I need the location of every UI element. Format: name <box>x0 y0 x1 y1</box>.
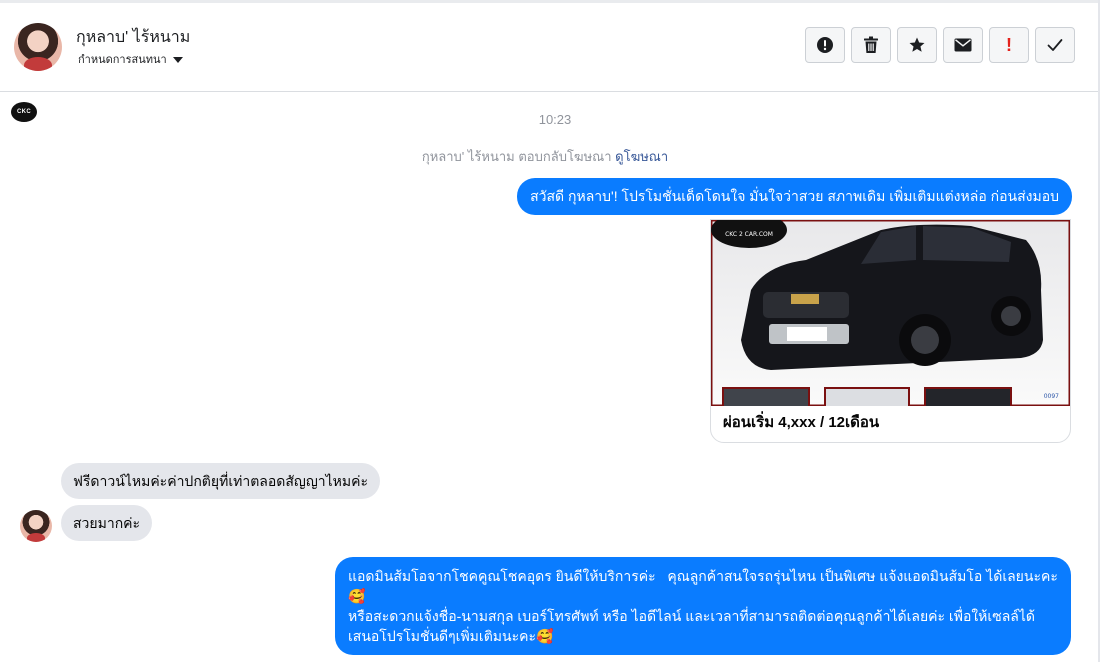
conversation-header: กุหลาบ' ไร้หนาม กำหนดการสนทนา ! <box>0 3 1098 92</box>
red-exclamation-icon: ! <box>1006 35 1012 55</box>
mark-unread-button[interactable] <box>943 27 983 63</box>
caret-down-icon <box>172 56 183 63</box>
mark-done-button[interactable] <box>1035 27 1075 63</box>
delete-button[interactable] <box>851 27 891 63</box>
exclamation-circle-icon <box>817 37 833 53</box>
ad-reply-notice: กุหลาบ' ไร้หนาม ตอบกลับโฆษณา ดูโฆษณา <box>0 146 1090 167</box>
ad-logo-text: CKC 2 CAR.COM <box>725 231 773 238</box>
ad-card[interactable]: CKC 2 CAR.COM 0097 ผ่อนเริ่ม 4,xxx / 12เ… <box>710 219 1071 443</box>
assign-conversation-dropdown[interactable]: กำหนดการสนทนา <box>78 50 183 68</box>
ad-reply-notice-text: กุหลาบ' ไร้หนาม ตอบกลับโฆษณา <box>421 149 612 164</box>
incoming-message[interactable]: สวยมากค่ะ <box>61 505 153 541</box>
checkmark-icon <box>1047 39 1063 51</box>
ad-caption: ผ่อนเริ่ม 4,xxx / 12เดือน <box>723 414 880 431</box>
contact-avatar-small[interactable] <box>20 510 52 542</box>
view-ad-link[interactable]: ดูโฆษณา <box>615 149 668 164</box>
star-icon <box>909 37 925 52</box>
message-timestamp: 10:23 <box>538 112 572 127</box>
outgoing-message[interactable]: แอดมินส้มโอจากโชคคูณโชคอุดร ยินดีให้บริก… <box>335 557 1071 655</box>
ad-image-code: 0097 <box>1044 393 1059 400</box>
assign-conversation-label: กำหนดการสนทนา <box>78 54 167 66</box>
star-button[interactable] <box>897 27 937 63</box>
contact-name[interactable]: กุหลาบ' ไร้หนาม <box>76 25 190 50</box>
incoming-message[interactable]: ฟรีดาวน์ไหมค่ะค่าปกติยุที่เท่าตลอดสัญญาไ… <box>61 463 381 499</box>
contact-avatar[interactable] <box>14 23 62 71</box>
envelope-icon <box>954 38 972 52</box>
ad-car-image: CKC 2 CAR.COM 0097 <box>711 220 1070 406</box>
trash-icon <box>864 36 878 53</box>
conversation-toolbar: ! <box>805 27 1075 63</box>
mark-spam-button[interactable] <box>805 27 845 63</box>
outgoing-message[interactable]: สวัสดี กุหลาบ'! โปรโมชั่นเด็ดโดนใจ มั่นใ… <box>517 178 1072 215</box>
follow-up-button[interactable]: ! <box>989 27 1029 63</box>
